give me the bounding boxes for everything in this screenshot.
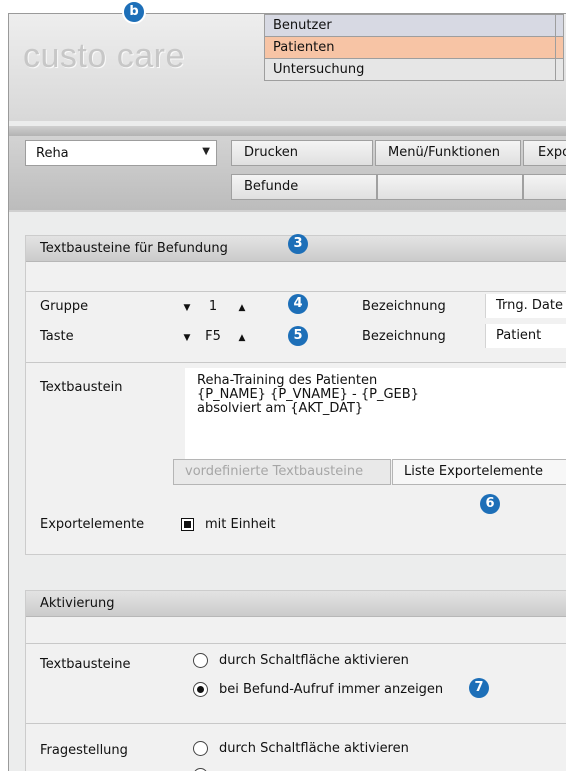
fragestellung-label: Fragestellung [40, 743, 128, 758]
menu-functions-button-label: Menü/Funktionen [388, 145, 500, 160]
callout-3: 3 [288, 234, 308, 254]
empty-toolbar-button-2[interactable] [523, 174, 566, 200]
empty-toolbar-button[interactable] [377, 174, 523, 200]
menu-functions-button[interactable]: Menü/Funktionen [375, 140, 521, 166]
bezeichnung-label: Bezeichnung [362, 329, 446, 344]
textbaustein-textarea[interactable]: Reha-Training des Patienten {P_NAME} {P_… [185, 368, 566, 460]
divider [26, 291, 566, 292]
export-elements-list-label: Liste Exportelemente [404, 464, 544, 479]
exportelemente-label: Exportelemente [40, 517, 145, 532]
gruppe-bezeichnung-field[interactable]: Trng. Date [485, 294, 566, 318]
predefined-textblocks-button[interactable]: vordefinierte Textbausteine [173, 459, 391, 485]
radio-frag-activate-label: durch Schaltfläche aktivieren [219, 741, 409, 756]
callout-7: 7 [469, 678, 489, 698]
toolbar: Reha ▼ Drucken Menü/Funktionen Expo Befu… [9, 136, 566, 210]
mode-select-value: Reha [36, 146, 69, 161]
spin-up-icon[interactable]: ▲ [231, 328, 253, 348]
mit-einheit-label: mit Einheit [205, 517, 276, 532]
divider [26, 643, 566, 644]
app-window: custo care Benutzer Patienten Untersuchu… [8, 13, 566, 771]
app-logo: custo care [23, 37, 185, 75]
spin-down-icon[interactable]: ▼ [176, 328, 198, 348]
gruppe-label: Gruppe [40, 299, 89, 314]
taste-bezeichnung-field[interactable]: Patient [485, 324, 566, 348]
taste-label: Taste [40, 329, 74, 344]
radio-always-show[interactable] [193, 682, 208, 697]
callout-4: 4 [288, 294, 308, 314]
export-button-label: Expo [538, 145, 566, 160]
divider [26, 362, 566, 363]
predefined-textblocks-label: vordefinierte Textbausteine [185, 464, 364, 479]
app-header: custo care Benutzer Patienten Untersuchu… [9, 14, 566, 121]
callout-5: 5 [288, 326, 308, 346]
export-elements-list-button[interactable]: Liste Exportelemente [392, 459, 566, 485]
checkbox-checked-mark [184, 521, 191, 528]
tab-benutzer-label: Benutzer [273, 18, 332, 33]
taste-value: F5 [205, 329, 221, 344]
export-button[interactable]: Expo [523, 140, 566, 166]
tab-untersuchung[interactable]: Untersuchung [264, 58, 564, 81]
divider [26, 723, 566, 724]
radio-button-activate-label: durch Schaltfläche aktivieren [219, 653, 409, 668]
radio-always-show-label: bei Befund-Aufruf immer anzeigen [219, 682, 444, 697]
findings-button[interactable]: Befunde [231, 174, 377, 200]
textbaustein-label: Textbaustein [40, 380, 123, 395]
radio-selected-dot [197, 686, 204, 693]
dropdown-arrow-icon[interactable]: ▼ [202, 146, 210, 157]
findings-button-label: Befunde [244, 179, 299, 194]
tab-patienten[interactable]: Patienten [264, 36, 564, 59]
print-button-label: Drucken [244, 145, 299, 160]
section-title: Aktivierung [26, 591, 566, 617]
tab-benutzer[interactable]: Benutzer [264, 14, 564, 37]
print-button[interactable]: Drucken [231, 140, 373, 166]
radio-frag-activate[interactable] [193, 741, 208, 756]
bezeichnung-label: Bezeichnung [362, 299, 446, 314]
gruppe-value: 1 [208, 299, 218, 314]
tab-patienten-label: Patienten [273, 40, 335, 55]
textbausteine-label: Textbausteine [40, 657, 131, 672]
tab-untersuchung-label: Untersuchung [273, 62, 365, 77]
header-divider [9, 126, 566, 136]
toolbar-rule [9, 210, 566, 212]
spin-down-icon[interactable]: ▼ [176, 298, 198, 318]
callout-6: 6 [480, 494, 500, 514]
mit-einheit-checkbox[interactable] [181, 518, 194, 531]
mode-select[interactable]: Reha ▼ [25, 140, 217, 166]
radio-button-activate[interactable] [193, 653, 208, 668]
callout-b: b [122, 0, 146, 24]
spin-up-icon[interactable]: ▲ [231, 298, 253, 318]
